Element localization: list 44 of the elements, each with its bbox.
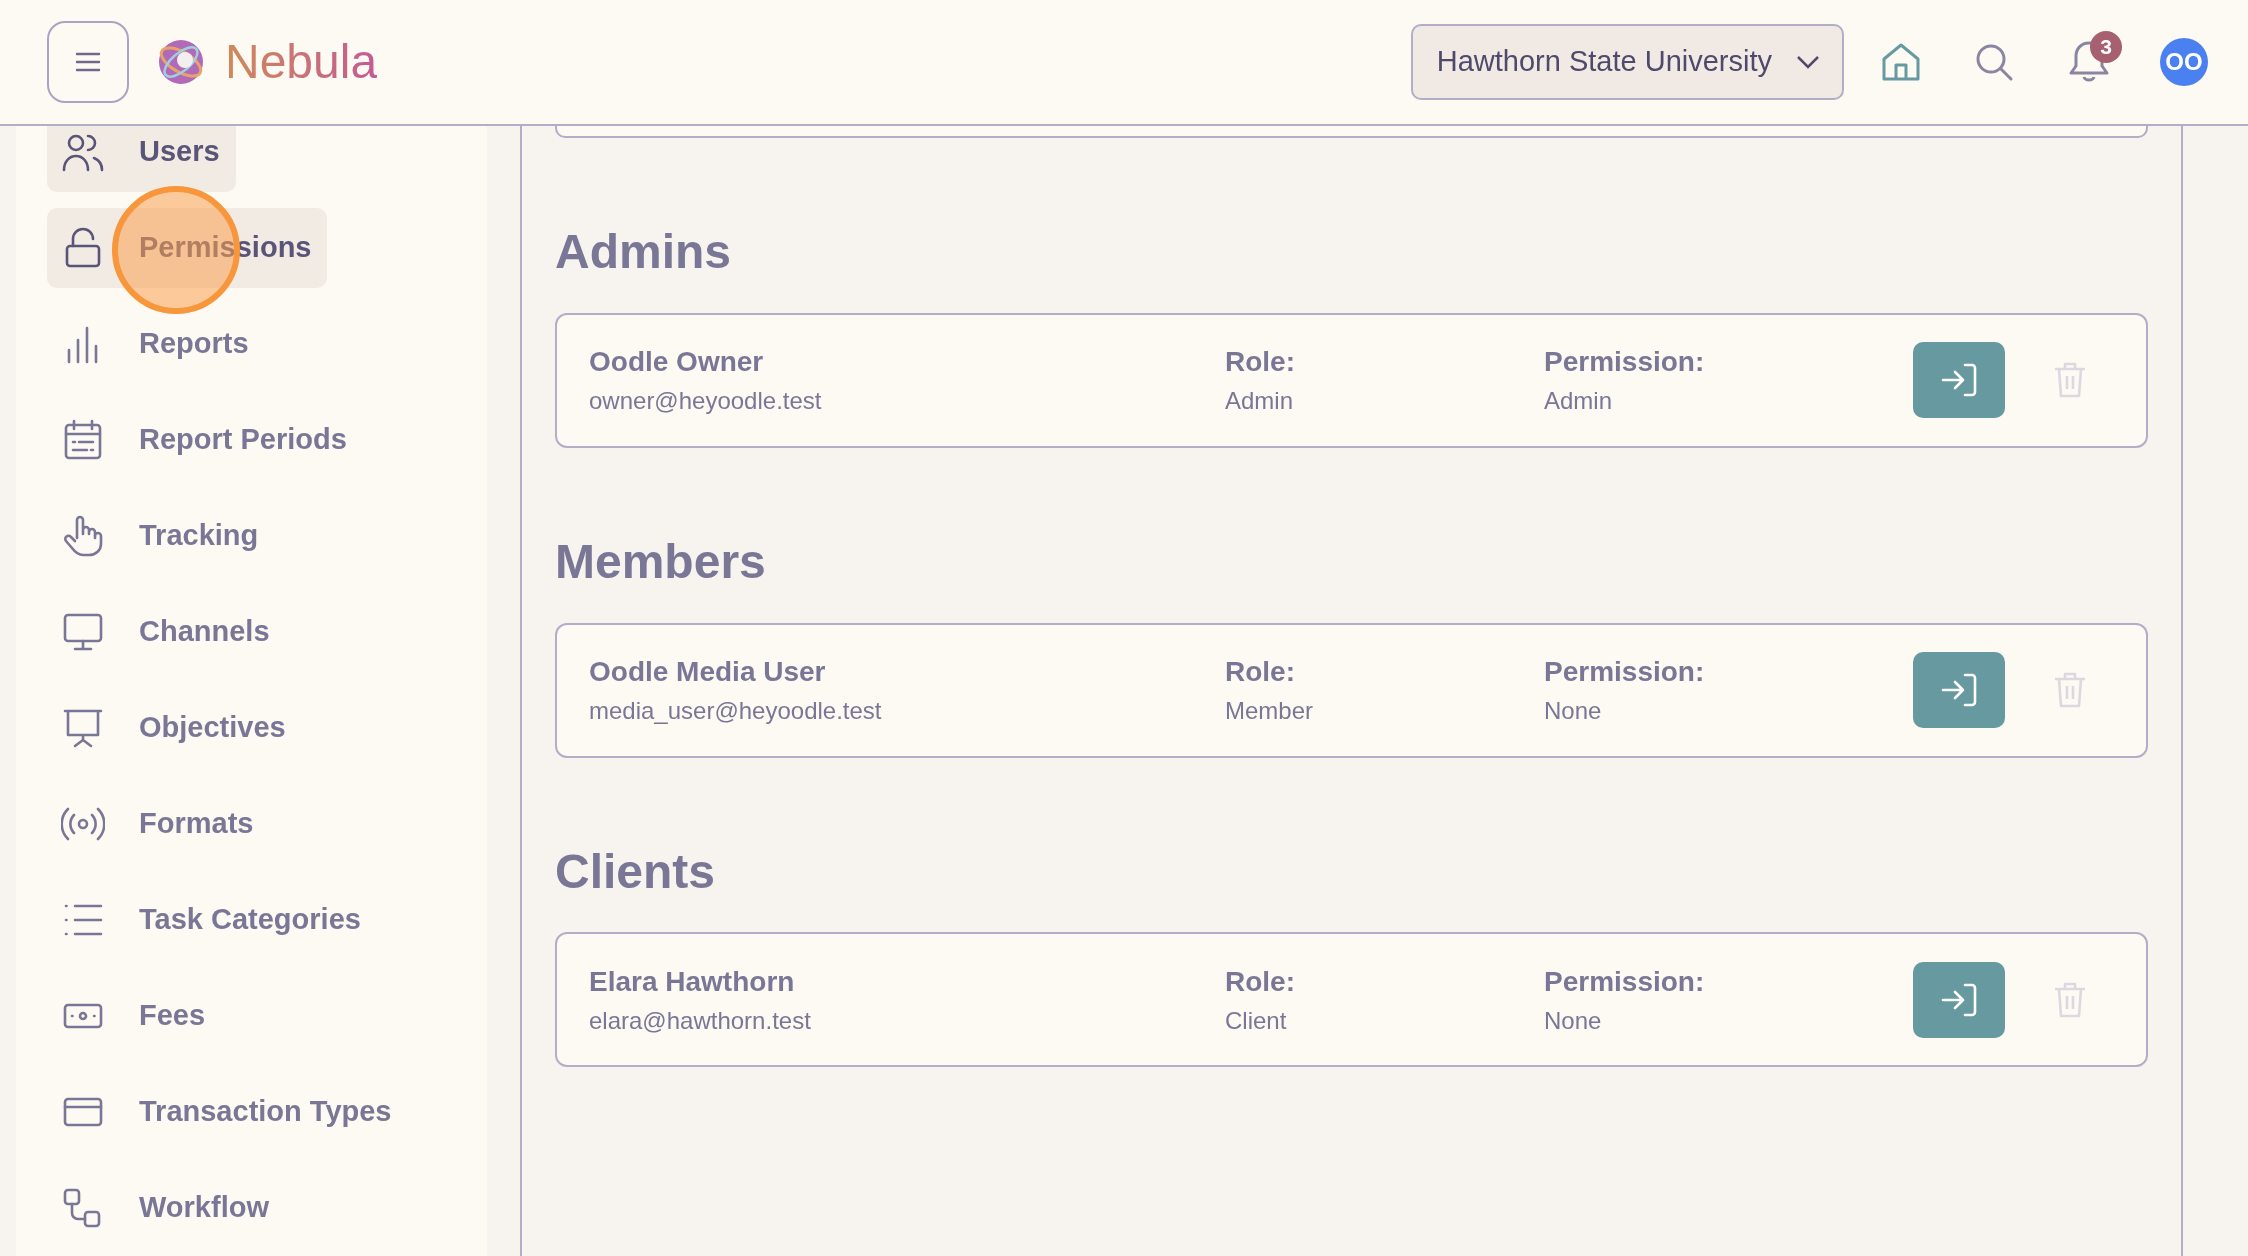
permission-label: Permission: [1544, 345, 1705, 380]
sidebar-item[interactable]: Users [47, 126, 236, 192]
sidebar-item[interactable]: Channels [47, 592, 286, 672]
permission-value: Admin [1544, 386, 1613, 417]
role-label: Role: [1225, 345, 1295, 380]
user-email: owner@heyoodle.test [589, 386, 822, 417]
permission-label: Permission: [1544, 964, 1705, 999]
user-name: Oodle Owner [589, 345, 764, 380]
sidebar-item[interactable]: Reports [47, 304, 265, 384]
role-label: Role: [1225, 655, 1295, 690]
sidebar-item[interactable]: Tracking [47, 496, 275, 576]
permission-value: None [1544, 696, 1602, 727]
search-icon[interactable] [1974, 42, 2014, 82]
sidebar-item[interactable]: Task Categories [47, 880, 377, 960]
sidebar-item[interactable]: Workflow [47, 1168, 285, 1248]
role-value: Member [1225, 696, 1314, 727]
role-value: Client [1225, 1005, 1287, 1036]
home-icon[interactable] [1880, 41, 1922, 83]
permission-value: None [1544, 1005, 1602, 1036]
role-label: Role: [1225, 964, 1295, 999]
chevron-down-icon [1796, 55, 1820, 69]
login-as-button[interactable] [1913, 961, 2005, 1038]
notification-badge: 3 [2090, 31, 2122, 63]
section-title: Members [555, 535, 767, 589]
login-as-button[interactable] [1913, 652, 2005, 729]
sidebar-item[interactable]: Fees [47, 976, 222, 1056]
sidebar-item[interactable]: Formats [47, 784, 270, 864]
role-value: Admin [1225, 386, 1294, 417]
menu-button[interactable] [47, 21, 129, 103]
section-title: Admins [555, 226, 732, 279]
organization-dropdown[interactable]: Hawthorn State University [1410, 24, 1844, 100]
user-name: Elara Hawthorn [589, 964, 795, 999]
user-name: Oodle Media User [589, 655, 826, 690]
login-as-button[interactable] [1913, 342, 2005, 419]
sidebar-item[interactable]: Transaction Types [47, 1072, 408, 1152]
user-email: media_user@heyoodle.test [589, 696, 882, 727]
sidebar-item[interactable]: Report Periods [47, 400, 363, 480]
menu-icon [75, 51, 101, 73]
pointing-hand-icon [61, 514, 105, 558]
section-title: Clients [555, 845, 717, 899]
permission-label: Permission: [1544, 655, 1705, 690]
user-avatar[interactable]: OO [2160, 38, 2208, 86]
user-email: elara@hawthorn.test [589, 1005, 811, 1036]
sidebar-item[interactable]: Objectives [47, 688, 302, 768]
